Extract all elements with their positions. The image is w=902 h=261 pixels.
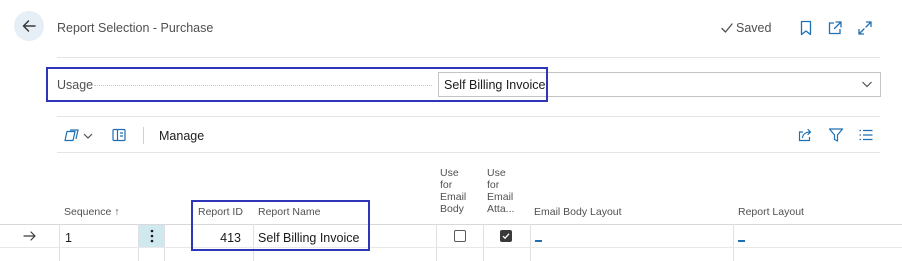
column-header-report-layout[interactable]: Report Layout	[738, 206, 804, 218]
bookmark-button[interactable]	[797, 19, 815, 37]
usage-label: Usage	[57, 78, 94, 92]
show-panel-button[interactable]	[111, 127, 127, 143]
header-line: Atta...	[487, 203, 515, 215]
header-line: for	[440, 179, 453, 191]
toolbar-separator	[143, 127, 144, 144]
arrow-left-icon	[22, 20, 36, 32]
column-separator	[733, 224, 734, 261]
report-layout-lookup[interactable]	[738, 240, 745, 242]
open-new-window-icon	[828, 21, 842, 35]
saved-status: Saved	[721, 21, 771, 35]
filter-icon	[828, 128, 844, 142]
column-header-sequence[interactable]: Sequence ↑	[64, 206, 119, 218]
bookmark-icon	[800, 20, 812, 36]
toolbar-divider	[57, 152, 880, 153]
header-line: Use	[487, 167, 506, 179]
column-separator	[483, 224, 484, 261]
use-for-email-body-checkbox[interactable]	[454, 230, 466, 242]
column-header-use-for-email-body[interactable]: Use for Email Body	[440, 167, 466, 215]
section-divider	[57, 116, 880, 117]
row-divider	[0, 247, 902, 248]
column-header-use-for-email-attachment[interactable]: Use for Email Atta...	[487, 167, 514, 215]
usage-select[interactable]: Self Billing Invoice	[438, 72, 881, 97]
column-separator	[530, 224, 531, 261]
header-line: Email	[487, 191, 514, 203]
usage-value: Self Billing Invoice	[444, 77, 546, 92]
report-name-cell[interactable]: Self Billing Invoice	[258, 231, 359, 245]
column-header-email-body-layout[interactable]: Email Body Layout	[534, 206, 622, 218]
list-view-button[interactable]	[858, 127, 874, 143]
column-header-report-id[interactable]: Report ID	[198, 206, 243, 218]
checkmark-icon	[721, 23, 733, 33]
usage-dotted-leader	[94, 85, 432, 86]
header-line: for	[487, 179, 500, 191]
email-body-layout-lookup[interactable]	[535, 240, 542, 242]
header-line: Body	[440, 203, 464, 215]
column-separator	[436, 224, 437, 261]
row-actions-button[interactable]	[139, 225, 164, 247]
page-title: Report Selection - Purchase	[57, 21, 214, 35]
share-icon	[798, 128, 812, 142]
report-id-cell[interactable]: 413	[196, 231, 241, 245]
header-line: Email	[440, 191, 467, 203]
filter-button[interactable]	[828, 127, 844, 143]
back-button[interactable]	[14, 11, 44, 41]
column-separator	[164, 224, 165, 261]
manage-menu-button[interactable]: Manage	[159, 129, 204, 143]
header-divider	[57, 57, 880, 58]
header-line: Use	[440, 167, 459, 179]
expand-button[interactable]	[856, 19, 874, 37]
checkmark-icon	[502, 233, 510, 240]
header-row-divider	[0, 224, 902, 225]
column-separator	[253, 224, 254, 261]
more-options-vertical-icon	[150, 229, 153, 243]
saved-label: Saved	[736, 21, 772, 35]
views-icon	[64, 128, 93, 141]
panel-icon	[112, 128, 126, 142]
expand-icon	[858, 21, 872, 35]
share-button[interactable]	[797, 127, 813, 143]
open-new-window-button[interactable]	[826, 19, 844, 37]
column-header-report-name[interactable]: Report Name	[258, 206, 320, 218]
chevron-down-icon	[862, 81, 872, 88]
sequence-cell[interactable]: 1	[65, 231, 72, 245]
column-separator	[59, 224, 60, 261]
views-dropdown-button[interactable]	[64, 127, 96, 144]
list-icon	[859, 129, 873, 141]
row-indicator-arrow-icon	[23, 231, 36, 241]
use-for-email-attachment-checkbox[interactable]	[500, 230, 512, 242]
